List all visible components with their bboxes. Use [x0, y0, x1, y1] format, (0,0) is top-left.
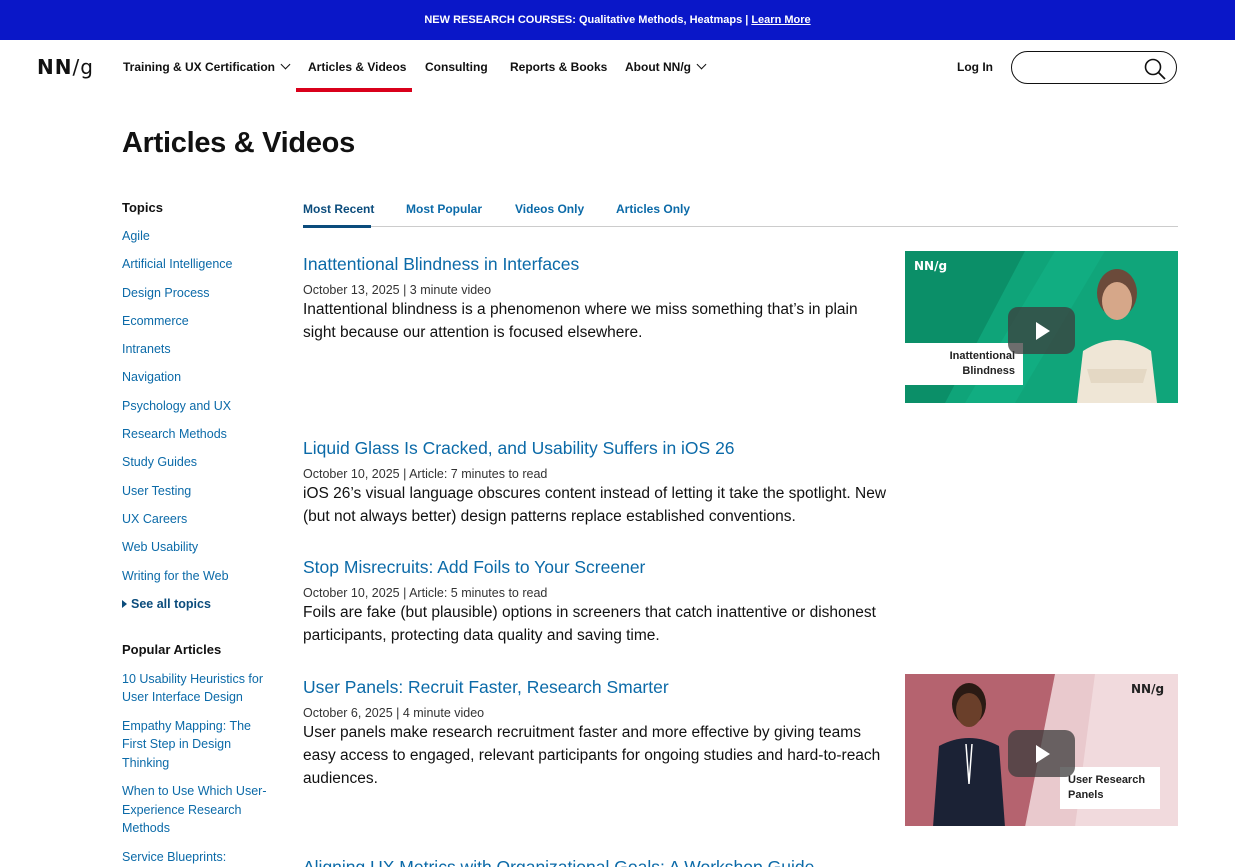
article-title-link[interactable]: Inattentional Blindness in Interfaces — [303, 253, 888, 275]
video-thumbnail[interactable]: NN/g User Research Panels — [905, 674, 1178, 826]
nav-reports-books[interactable]: Reports & Books — [510, 60, 607, 74]
nav-articles-videos[interactable]: Articles & Videos — [308, 60, 406, 74]
topic-link[interactable]: Research Methods — [122, 426, 277, 454]
topics-heading: Topics — [122, 200, 163, 215]
article-meta: October 10, 2025 | Article: 7 minutes to… — [303, 467, 548, 481]
thumbnail-caption: User Research Panels — [1060, 767, 1160, 809]
topic-link[interactable]: Web Usability — [122, 539, 277, 567]
active-tab-indicator — [303, 225, 371, 228]
topic-link[interactable]: Psychology and UX — [122, 398, 277, 426]
play-icon — [1008, 730, 1075, 777]
article-title-link[interactable]: User Panels: Recruit Faster, Research Sm… — [303, 676, 888, 698]
nav-articles-label: Articles & Videos — [308, 60, 407, 74]
topic-link[interactable]: Ecommerce — [122, 313, 277, 341]
nng-logo[interactable]: NN/g — [37, 55, 94, 79]
nav-about-label: About NN/g — [625, 60, 691, 74]
video-thumbnail[interactable]: NN/g Inattentional Blindness — [905, 251, 1178, 403]
article-title-link[interactable]: Aligning UX Metrics with Organizational … — [303, 856, 888, 867]
topic-link[interactable]: Navigation — [122, 369, 277, 397]
search-box — [1011, 51, 1177, 84]
content-tabs: Most Recent Most Popular Videos Only Art… — [303, 200, 1178, 227]
topic-link[interactable]: User Testing — [122, 483, 277, 511]
thumbnail-logo: NN/g — [914, 259, 948, 273]
nav-about[interactable]: About NN/g — [625, 59, 707, 74]
login-link[interactable]: Log In — [957, 60, 993, 74]
article-card: Inattentional Blindness in Interfaces Oc… — [303, 253, 888, 344]
sidebar: Topics Agile Artificial Intelligence Des… — [122, 200, 277, 867]
popular-article-link[interactable]: Empathy Mapping: The First Step in Desig… — [122, 717, 277, 773]
article-card: Aligning UX Metrics with Organizational … — [303, 856, 888, 867]
chevron-down-icon — [696, 59, 707, 70]
search-icon[interactable] — [1144, 58, 1166, 80]
article-description: Foils are fake (but plausible) options i… — [303, 604, 876, 644]
search-input[interactable] — [1024, 52, 1144, 82]
article-meta: October 10, 2025 | Article: 5 minutes to… — [303, 586, 548, 600]
nav-training[interactable]: Training & UX Certification — [123, 59, 291, 74]
popular-article-link[interactable]: When to Use Which User-Experience Resear… — [122, 782, 277, 838]
tab-most-popular[interactable]: Most Popular — [406, 202, 482, 216]
banner-learn-more-link[interactable]: Learn More — [751, 14, 810, 26]
tab-articles-only[interactable]: Articles Only — [616, 202, 690, 216]
caret-right-icon — [122, 599, 127, 608]
banner-text: NEW RESEARCH COURSES: Qualitative Method… — [424, 14, 749, 26]
thumbnail-caption: Inattentional Blindness — [905, 343, 1023, 385]
logo-g: g — [80, 55, 94, 79]
article-title-link[interactable]: Stop Misrecruits: Add Foils to Your Scre… — [303, 556, 888, 578]
topic-link[interactable]: Design Process — [122, 285, 277, 313]
play-icon — [1008, 307, 1075, 354]
popular-article-link[interactable]: Service Blueprints: — [122, 848, 277, 867]
topic-link[interactable]: Writing for the Web — [122, 568, 277, 596]
announcement-banner: NEW RESEARCH COURSES: Qualitative Method… — [0, 0, 1235, 40]
logo-nn: NN — [37, 55, 73, 79]
article-description: Inattentional blindness is a phenomenon … — [303, 301, 858, 341]
tab-most-recent[interactable]: Most Recent — [303, 202, 374, 216]
article-meta: October 13, 2025 | 3 minute video — [303, 283, 492, 297]
article-card: Liquid Glass Is Cracked, and Usability S… — [303, 437, 888, 528]
see-all-topics-link[interactable]: See all topics — [122, 596, 277, 642]
chevron-down-icon — [280, 59, 291, 70]
active-nav-indicator — [296, 88, 412, 92]
article-meta: October 6, 2025 | 4 minute video — [303, 706, 485, 720]
nav-training-label: Training & UX Certification — [123, 60, 276, 74]
topic-link[interactable]: Artificial Intelligence — [122, 256, 277, 284]
popular-article-link[interactable]: 10 Usability Heuristics for User Interfa… — [122, 670, 277, 707]
thumbnail-logo: NN/g — [1131, 682, 1165, 696]
nav-consulting[interactable]: Consulting — [425, 60, 488, 74]
topic-link[interactable]: UX Careers — [122, 511, 277, 539]
article-card: Stop Misrecruits: Add Foils to Your Scre… — [303, 556, 888, 647]
article-card: User Panels: Recruit Faster, Research Sm… — [303, 676, 888, 790]
article-description: User panels make research recruitment fa… — [303, 724, 881, 787]
popular-articles-heading: Popular Articles — [122, 641, 222, 657]
tab-videos-only[interactable]: Videos Only — [515, 202, 584, 216]
nav-reports-label: Reports & Books — [510, 60, 608, 74]
topic-link[interactable]: Study Guides — [122, 454, 277, 482]
article-description: iOS 26’s visual language obscures conten… — [303, 485, 887, 525]
article-title-link[interactable]: Liquid Glass Is Cracked, and Usability S… — [303, 437, 888, 459]
see-all-label: See all topics — [131, 596, 211, 611]
topic-link[interactable]: Intranets — [122, 341, 277, 369]
nav-consulting-label: Consulting — [425, 60, 488, 74]
topic-link[interactable]: Agile — [122, 228, 277, 256]
page-title: Articles & Videos — [122, 127, 355, 159]
